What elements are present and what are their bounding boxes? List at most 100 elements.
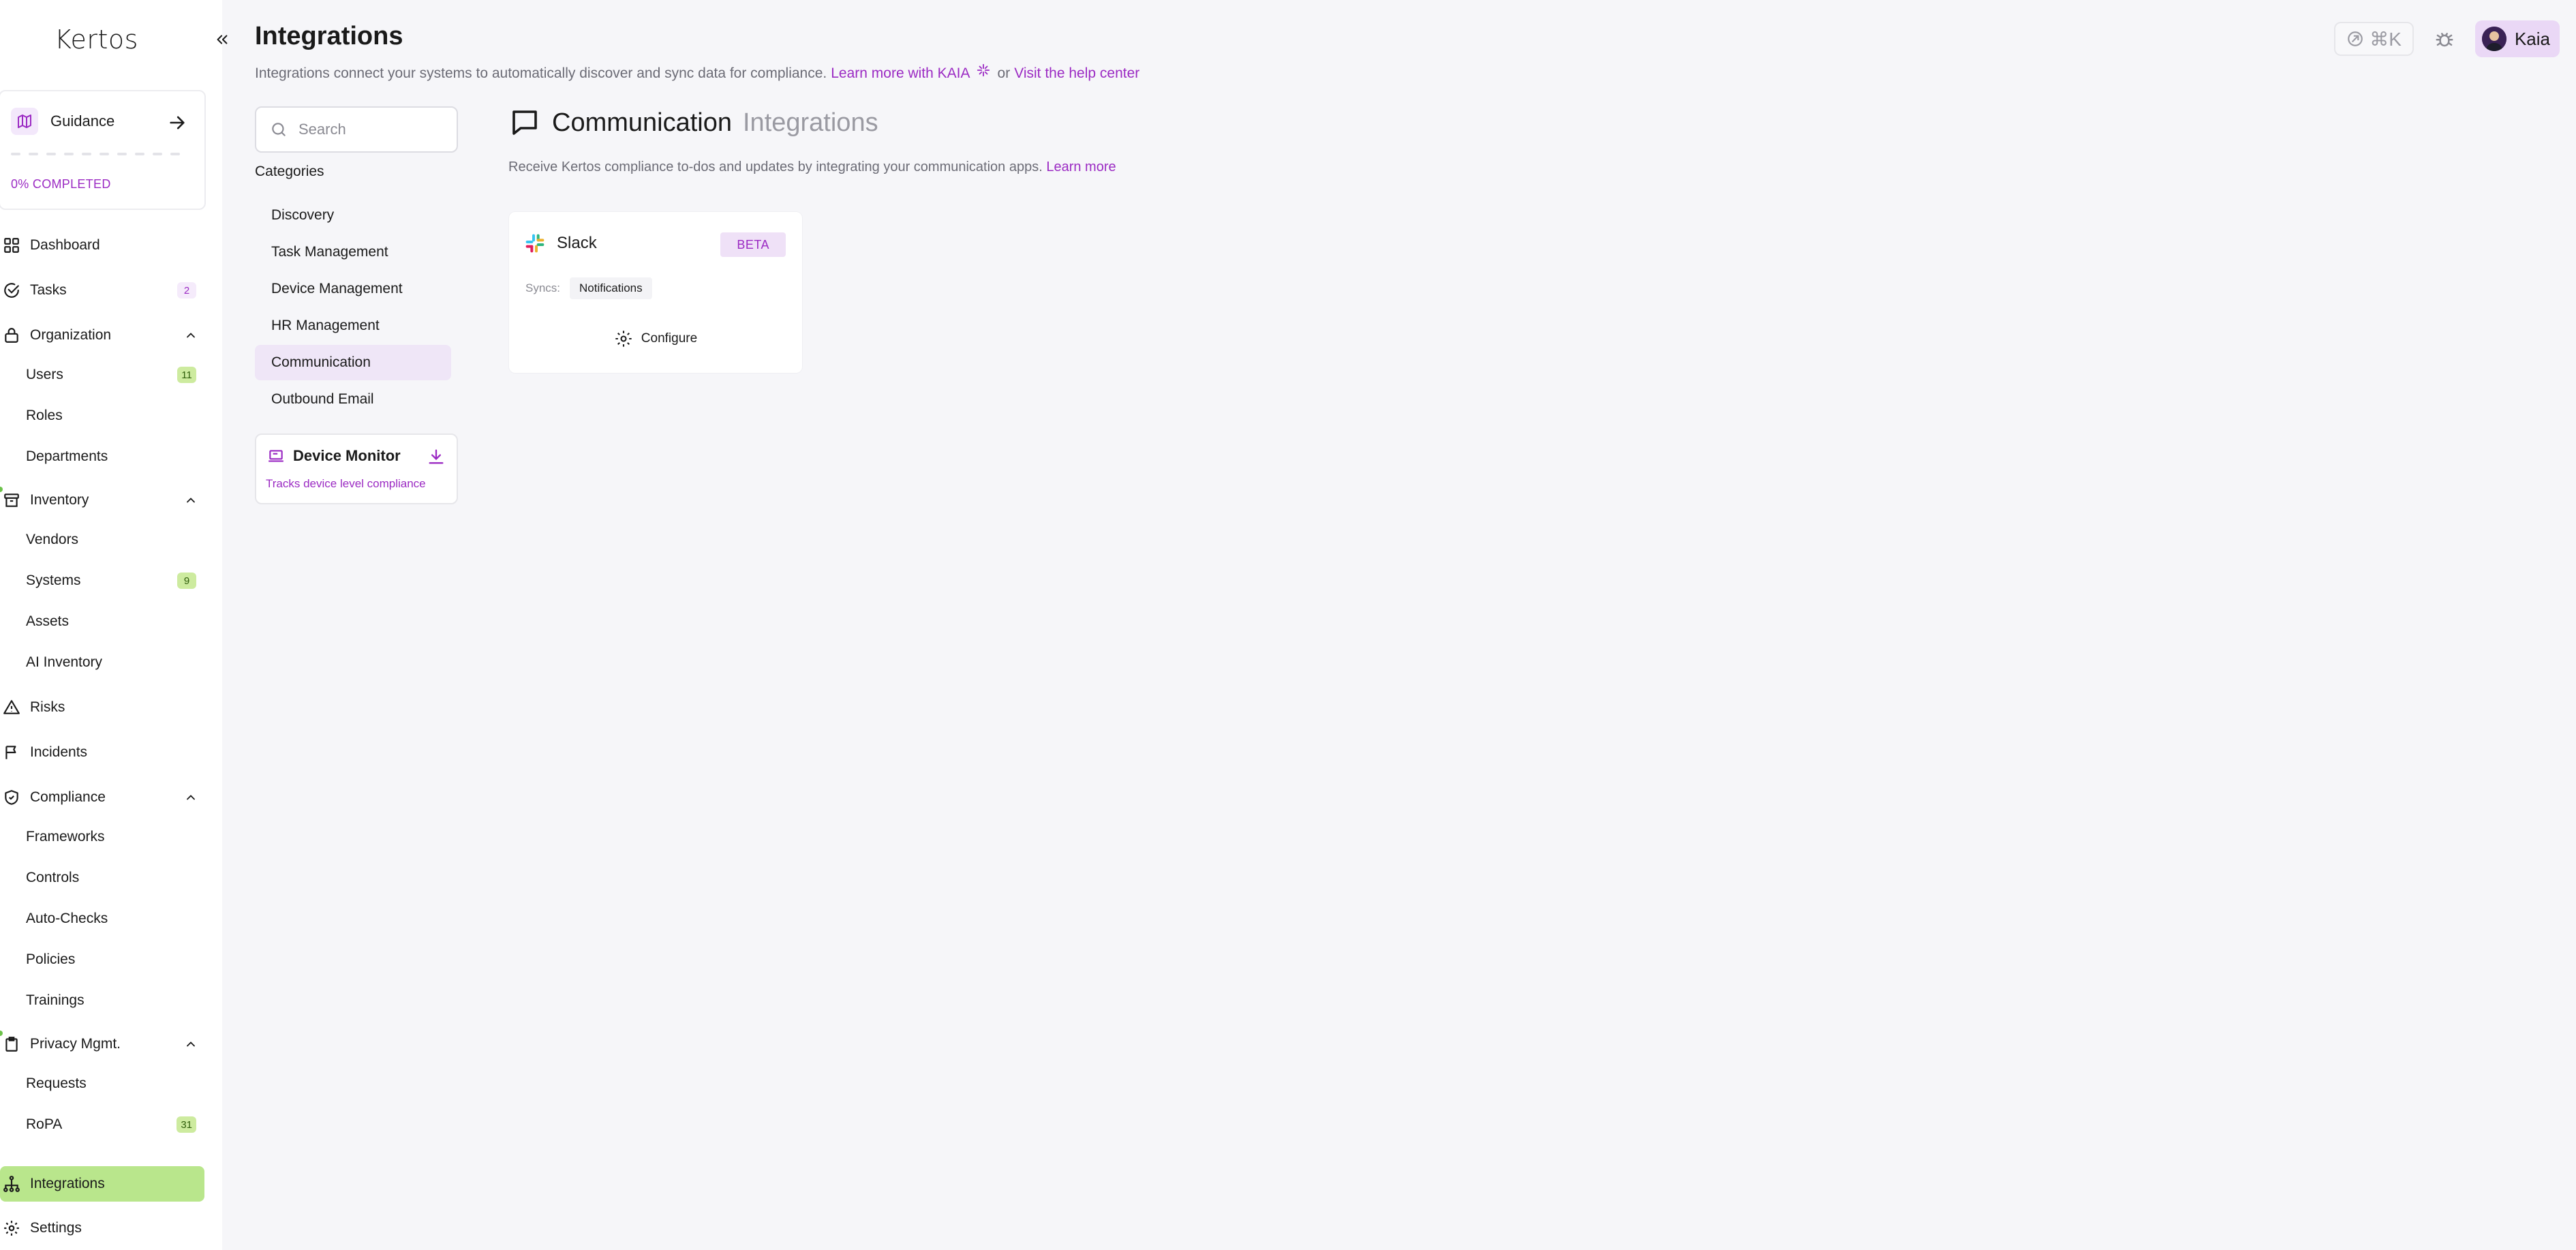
shortcut-label: ⌘K [2370,28,2402,50]
device-monitor-title: Device Monitor [293,447,401,464]
sidebar-item-ai-inventory[interactable]: AI Inventory [26,647,204,677]
sidebar: Kertos Guidance 0% COMPLETED Dashboard T… [0,0,228,1250]
beta-badge: BETA [720,232,786,257]
sidebar-item-label: Organization [30,327,112,343]
sidebar-item-users[interactable]: Users 11 [26,360,204,390]
content-title-suffix: Integrations [743,108,878,137]
sidebar-item-auto-checks[interactable]: Auto-Checks [26,904,204,934]
sidebar-item-label: Tasks [30,282,67,298]
top-right-toolbar: ⌘K Kaia [2334,20,2560,57]
category-discovery[interactable]: Discovery [255,198,451,233]
sidebar-item-label: Policies [26,951,76,967]
sidebar-item-incidents[interactable]: Incidents [0,737,204,767]
sidebar-item-requests[interactable]: Requests [26,1069,204,1099]
tasks-count-badge: 2 [177,282,196,299]
sidebar-item-tasks[interactable]: Tasks 2 [0,275,204,305]
or-text: or [997,65,1011,81]
sidebar-item-label: Inventory [30,492,89,508]
laptop-icon [267,447,285,465]
integration-name: Slack [557,234,597,252]
gear-icon [1,1218,22,1238]
sync-tag-notifications: Notifications [570,277,652,299]
sidebar-item-vendors[interactable]: Vendors [26,525,204,555]
syncs-label: Syncs: [525,281,561,294]
guidance-label: Guidance [50,112,115,129]
page-subtitle: Integrations connect your systems to aut… [255,63,1139,85]
category-task-management[interactable]: Task Management [255,234,451,270]
chat-bubble-icon [508,106,541,139]
content-title: Communication [552,108,732,137]
sidebar-item-ropa[interactable]: RoPA 31 [26,1110,204,1140]
sidebar-item-label: Assets [26,613,70,629]
sidebar-item-label: Requests [26,1076,87,1091]
chevron-up-icon[interactable] [184,329,198,342]
category-hr-management[interactable]: HR Management [255,308,451,344]
sidebar-item-policies[interactable]: Policies [26,945,204,975]
content-description-text: Receive Kertos compliance to-dos and upd… [508,159,1043,174]
arrow-right-icon[interactable] [168,113,187,132]
sidebar-item-roles[interactable]: Roles [26,401,204,431]
content-header: Communication Integrations [508,106,878,139]
sidebar-item-privacy-mgmt[interactable]: Privacy Mgmt. [0,1029,204,1059]
sidebar-item-systems[interactable]: Systems 9 [26,566,204,596]
search-field[interactable] [255,106,458,153]
sidebar-item-label: Risks [30,699,65,715]
check-circle-icon [1,280,22,301]
search-icon [272,123,286,136]
download-icon[interactable] [427,447,446,466]
main-content: Integrations Integrations connect your s… [222,0,2576,1250]
gear-icon [615,331,632,347]
guidance-progress-bar [11,153,180,155]
sidebar-item-settings[interactable]: Settings [0,1213,204,1243]
sidebar-item-integrations[interactable]: Integrations [0,1166,204,1202]
bug-icon [2436,33,2453,47]
sidebar-item-trainings[interactable]: Trainings [26,986,204,1016]
guidance-card[interactable]: Guidance 0% COMPLETED [0,90,206,210]
category-communication[interactable]: Communication [255,345,451,380]
sidebar-item-label: Compliance [30,789,106,805]
hierarchy-icon [1,1174,22,1194]
learn-more-kaia-link[interactable]: Learn more with KAIA [831,65,970,82]
sidebar-item-assets[interactable]: Assets [26,607,204,637]
sidebar-item-controls[interactable]: Controls [26,863,204,893]
sidebar-item-inventory[interactable]: Inventory [0,485,204,515]
category-device-management[interactable]: Device Management [255,271,451,307]
integration-card-slack[interactable]: Slack BETA Syncs: Notifications Configur… [508,211,803,374]
sidebar-item-risks[interactable]: Risks [0,692,204,722]
user-menu-button[interactable]: Kaia [2474,20,2560,57]
shield-check-icon [1,787,22,808]
sidebar-item-organization[interactable]: Organization [0,320,204,350]
chevron-up-icon[interactable] [184,791,198,804]
kertos-logo[interactable]: Kertos [55,25,138,55]
sidebar-item-label: Integrations [30,1176,105,1191]
chevron-up-icon[interactable] [184,493,198,507]
sparkle-icon [976,63,991,78]
lock-icon [1,325,22,346]
sidebar-item-label: Vendors [26,532,79,547]
kaia-sparkle-icon [2346,30,2364,48]
help-center-link[interactable]: Visit the help center [1014,65,1139,82]
device-monitor-card[interactable]: Device Monitor Tracks device level compl… [255,433,458,504]
sidebar-item-compliance[interactable]: Compliance [0,782,204,812]
sidebar-item-label: Privacy Mgmt. [30,1036,121,1052]
chevron-up-icon[interactable] [184,1037,198,1051]
report-bug-button[interactable] [2429,23,2460,55]
sidebar-item-label: Controls [26,870,80,885]
page-subtitle-text: Integrations connect your systems to aut… [255,65,827,81]
learn-more-link[interactable]: Learn more [1046,159,1116,174]
sidebar-item-label: AI Inventory [26,654,103,670]
search-input[interactable] [298,121,448,138]
clipboard-icon [1,1034,22,1054]
users-count-badge: 11 [177,367,196,383]
category-outbound-email[interactable]: Outbound Email [255,382,451,417]
sidebar-item-departments[interactable]: Departments [26,442,204,472]
sidebar-item-label: Incidents [30,744,88,760]
map-icon [11,108,38,135]
sidebar-item-label: Auto-Checks [26,911,108,926]
syncs-row: Syncs: Notifications [525,277,652,299]
sidebar-item-frameworks[interactable]: Frameworks [26,822,204,852]
configure-button[interactable]: Configure [509,329,802,348]
sidebar-item-dashboard[interactable]: Dashboard [0,230,204,260]
sidebar-item-label: Systems [26,573,81,588]
command-palette-button[interactable]: ⌘K [2334,22,2414,56]
